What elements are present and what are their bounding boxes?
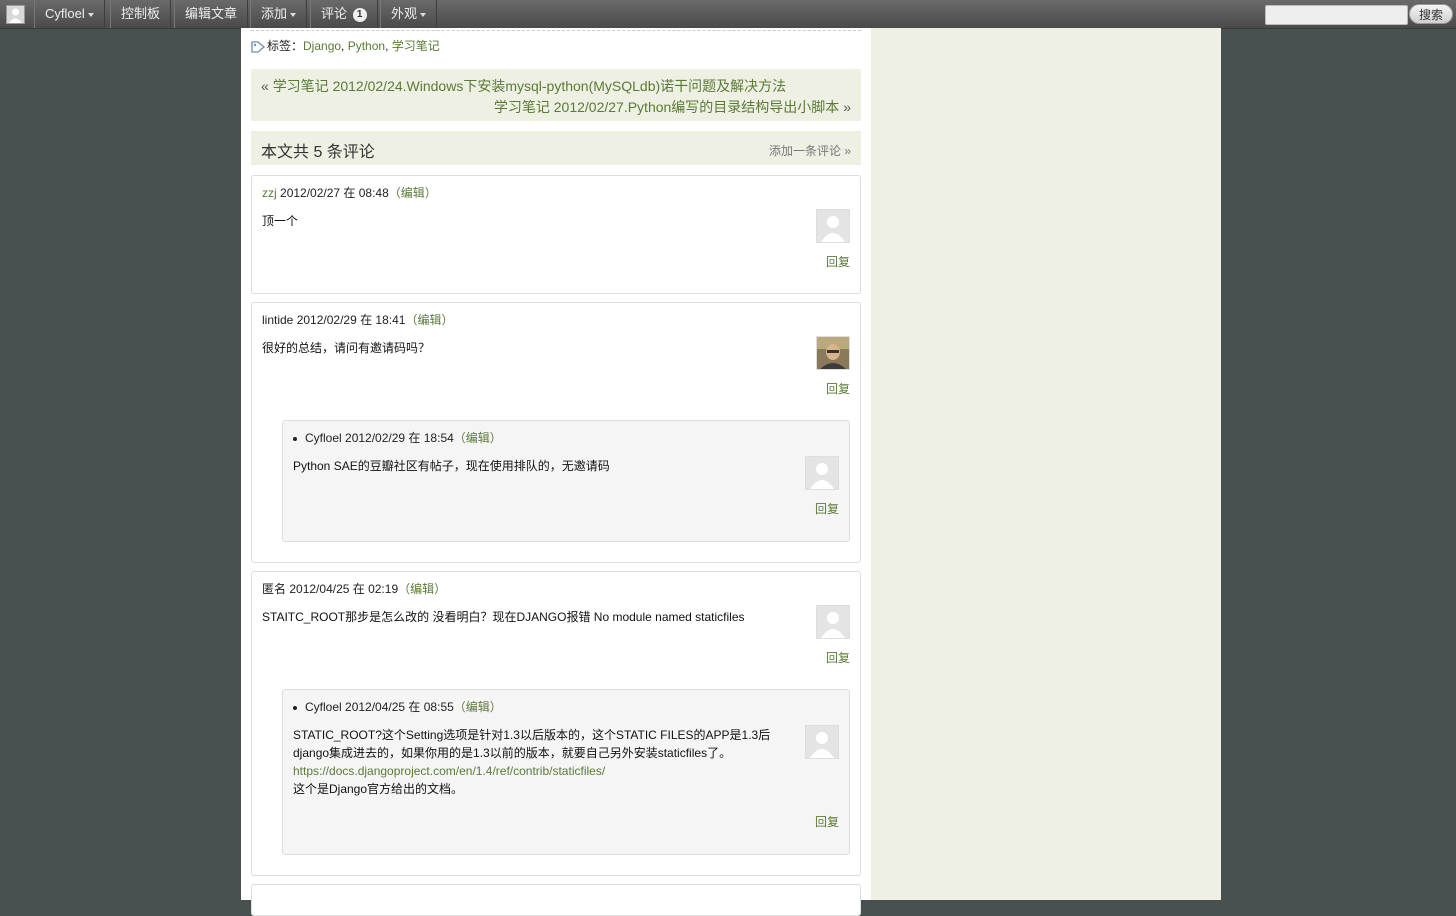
comment-date: 2012/02/29 在 18:54 [345, 431, 454, 445]
comment-author: lintide [262, 313, 294, 327]
comment-author: Cyfloel [305, 700, 342, 714]
reply-button[interactable]: 回复 [826, 649, 850, 666]
comment-text: 很好的总结，请问有邀请码吗？ [262, 341, 431, 355]
comment-author: Cyfloel [305, 431, 342, 445]
comment-meta: lintide 2012/02/29 在 18:41（编辑） [262, 311, 453, 328]
next-post-link[interactable]: 学习笔记 2012/02/27.Python编写的目录结构导出小脚本 [494, 99, 839, 115]
comment-item: lintide 2012/02/29 在 18:41（编辑） 很好的总结，请问有… [251, 302, 861, 563]
prev-post: « 学习笔记 2012/02/24.Windows下安装mysql-python… [261, 76, 786, 96]
next-post: 学习笔记 2012/02/27.Python编写的目录结构导出小脚本 » [494, 97, 851, 117]
user-photo-avatar [816, 336, 850, 370]
comment-text: 顶一个 [262, 214, 299, 228]
comments-count-badge: 1 [352, 7, 367, 22]
bullet-icon [293, 436, 297, 441]
comment-item: zzj 2012/02/27 在 08:48（编辑） 顶一个 回复 [251, 175, 861, 294]
comment-item: 匿名 2012/04/25 在 02:19（编辑） STAITC_ROOT那步是… [251, 571, 861, 876]
search-input[interactable] [1265, 5, 1408, 25]
tag-separator: , [385, 39, 392, 53]
comment-text-line: STATIC_ROOT?这个Setting选项是针对1.3以后版本的，这个STA… [293, 728, 771, 742]
dashboard-link[interactable]: 控制板 [110, 0, 172, 28]
child-comment-item: Cyfloel 2012/04/25 在 08:55（编辑） STATIC_RO… [282, 689, 850, 855]
chevron-down-icon [290, 12, 297, 17]
comment-edit-link[interactable]: （编辑） [454, 700, 502, 714]
comment-edit-link[interactable]: （编辑） [389, 186, 437, 200]
comments-title: 本文共 5 条评论 [261, 144, 375, 161]
comment-meta: Cyfloel 2012/04/25 在 08:55（编辑） [293, 698, 502, 715]
comment-edit-link[interactable]: （编辑） [405, 313, 453, 327]
add-comment-link[interactable]: 添加一条评论 » [769, 142, 851, 159]
default-avatar-icon [816, 605, 850, 639]
chevron-down-icon [420, 12, 427, 17]
admin-bar: Cyfloel 控制板 编辑文章 添加 评论 1 外观 搜索 [0, 0, 1456, 29]
edit-post-link[interactable]: 编辑文章 [174, 0, 249, 28]
comment-edit-link[interactable]: （编辑） [454, 431, 502, 445]
comments-header: 本文共 5 条评论 添加一条评论 » [251, 131, 861, 165]
post-navigation: « 学习笔记 2012/02/24.Windows下安装mysql-python… [251, 69, 861, 121]
next-arrow: » [843, 99, 851, 115]
default-avatar-icon [816, 209, 850, 243]
comment-edit-link[interactable]: （编辑） [398, 582, 446, 596]
search-button[interactable]: 搜索 [1409, 4, 1453, 24]
user-avatar-icon[interactable] [6, 5, 25, 24]
add-menu-label: 添加 [261, 6, 288, 21]
comment-date: 2012/02/27 在 08:48 [280, 186, 389, 200]
default-avatar-icon [805, 456, 839, 490]
tag-separator: , [341, 39, 348, 53]
comment-text: STAITC_ROOT那步是怎么改的 没看明白？现在DJANGO报错 No mo… [262, 610, 745, 624]
comment-date: 2012/04/25 在 02:19 [289, 582, 399, 596]
reply-button[interactable]: 回复 [815, 813, 839, 830]
comment-author-link[interactable]: zzj [262, 186, 277, 200]
child-comment-item: Cyfloel 2012/02/29 在 18:54（编辑） Python SA… [282, 420, 850, 542]
reply-button[interactable]: 回复 [826, 253, 850, 270]
comment-date: 2012/04/25 在 08:55 [345, 700, 454, 714]
comment-author: 匿名 [262, 582, 287, 596]
comment-meta: 匿名 2012/04/25 在 02:19（编辑） [262, 580, 446, 597]
appearance-menu[interactable]: 外观 [380, 0, 438, 28]
prev-post-link[interactable]: 学习笔记 2012/02/24.Windows下安装mysql-python(M… [273, 78, 786, 94]
sidebar-column [871, 28, 1221, 900]
comment-meta: Cyfloel 2012/02/29 在 18:54（编辑） [293, 429, 502, 446]
tag-icon [251, 41, 266, 53]
comment-text: Python SAE的豆瓣社区有帖子，现在使用排队的，无邀请码 [293, 459, 610, 473]
tag-link-python[interactable]: Python [348, 39, 385, 53]
reply-button[interactable]: 回复 [815, 500, 839, 517]
comments-menu[interactable]: 评论 1 [310, 0, 378, 28]
comment-item [251, 884, 861, 916]
site-menu[interactable]: Cyfloel [34, 0, 105, 28]
reply-button[interactable]: 回复 [826, 380, 850, 397]
site-menu-label: Cyfloel [45, 6, 85, 21]
default-avatar-icon [805, 725, 839, 759]
docs-link[interactable]: https://docs.djangoproject.com/en/1.4/re… [293, 764, 605, 778]
comments-menu-label: 评论 [321, 6, 348, 21]
comment-text-line: django集成进去的，如果你用的是1.3以前的版本，就要自己另外安装stati… [293, 746, 732, 760]
tag-link-study-notes[interactable]: 学习笔记 [392, 39, 440, 53]
chevron-down-icon [87, 12, 94, 17]
comment-text-line: 这个是Django官方给出的文档。 [293, 782, 464, 796]
edit-post-label: 编辑文章 [185, 6, 238, 21]
prev-arrow: « [261, 78, 269, 94]
appearance-menu-label: 外观 [391, 6, 418, 21]
post-tags: 标签：Django, Python, 学习笔记 [251, 38, 861, 54]
comment-meta: zzj 2012/02/27 在 08:48（编辑） [262, 184, 437, 201]
comment-date: 2012/02/29 在 18:41 [296, 313, 406, 327]
dashboard-label: 控制板 [121, 6, 161, 21]
comment-text: STATIC_ROOT?这个Setting选项是针对1.3以后版本的，这个STA… [293, 726, 783, 798]
bullet-icon [293, 705, 297, 710]
tags-label: 标签： [267, 39, 304, 53]
divider [251, 30, 861, 31]
tag-link-django[interactable]: Django [303, 39, 341, 53]
add-menu[interactable]: 添加 [250, 0, 308, 28]
